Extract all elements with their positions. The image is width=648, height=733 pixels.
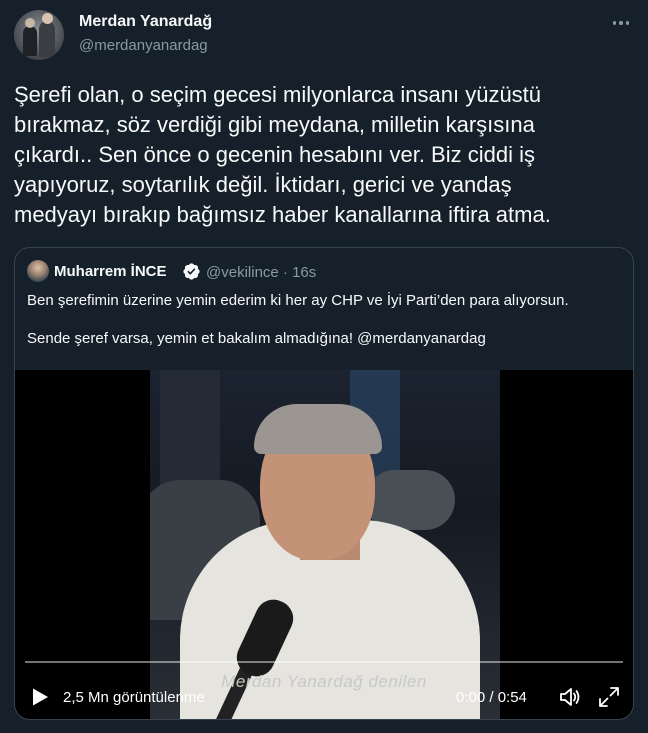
video-controls: 2,5 Mn görüntülenme 0:00 / 0:54 — [15, 675, 633, 715]
quoted-handle-time[interactable]: @vekilince · 16s — [206, 264, 316, 281]
video-progress-bar[interactable] — [25, 661, 623, 663]
more-horizontal-icon[interactable] — [610, 14, 632, 32]
tweet-text: Şerefi olan, o seçim gecesi milyonlarca … — [14, 82, 551, 227]
video-time: 0:00 / 0:54 — [456, 689, 527, 706]
avatar-head — [25, 18, 35, 28]
avatar-head — [42, 13, 53, 24]
play-icon[interactable] — [31, 687, 49, 707]
view-count: 2,5 Mn görüntülenme — [63, 689, 205, 706]
quoted-author-avatar[interactable] — [27, 260, 49, 282]
author-avatar[interactable] — [14, 10, 64, 60]
video-player[interactable]: Merdan Yanardağ denilen 2,5 Mn görüntüle… — [15, 370, 633, 719]
quoted-text: Ben şerefimin üzerine yemin ederim ki he… — [27, 291, 623, 348]
fullscreen-icon[interactable] — [598, 686, 620, 708]
tweet: Merdan Yanardağ @merdanyanardag Şerefi o… — [0, 0, 648, 733]
avatar-figure — [23, 26, 37, 56]
video-frame — [150, 370, 500, 719]
author-name[interactable]: Merdan Yanardağ — [79, 13, 212, 31]
quoted-text-span: Sende şeref varsa, yemin et bakalım alma… — [27, 330, 358, 347]
mention-link[interactable]: @merdanyanardag — [357, 330, 486, 347]
quoted-tweet[interactable]: Muharrem İNCE @vekilince · 16s Ben şeref… — [14, 247, 634, 720]
quoted-author-name[interactable]: Muharrem İNCE — [54, 263, 167, 280]
verified-badge-icon — [183, 263, 200, 280]
avatar-figure — [39, 21, 55, 57]
quoted-text-line: Ben şerefimin üzerine yemin ederim ki he… — [27, 292, 569, 309]
volume-icon[interactable] — [558, 686, 582, 708]
quoted-text-line: Sende şeref varsa, yemin et bakalım alma… — [27, 329, 623, 348]
person-hair — [254, 404, 382, 454]
author-handle[interactable]: @merdanyanardag — [79, 37, 208, 54]
